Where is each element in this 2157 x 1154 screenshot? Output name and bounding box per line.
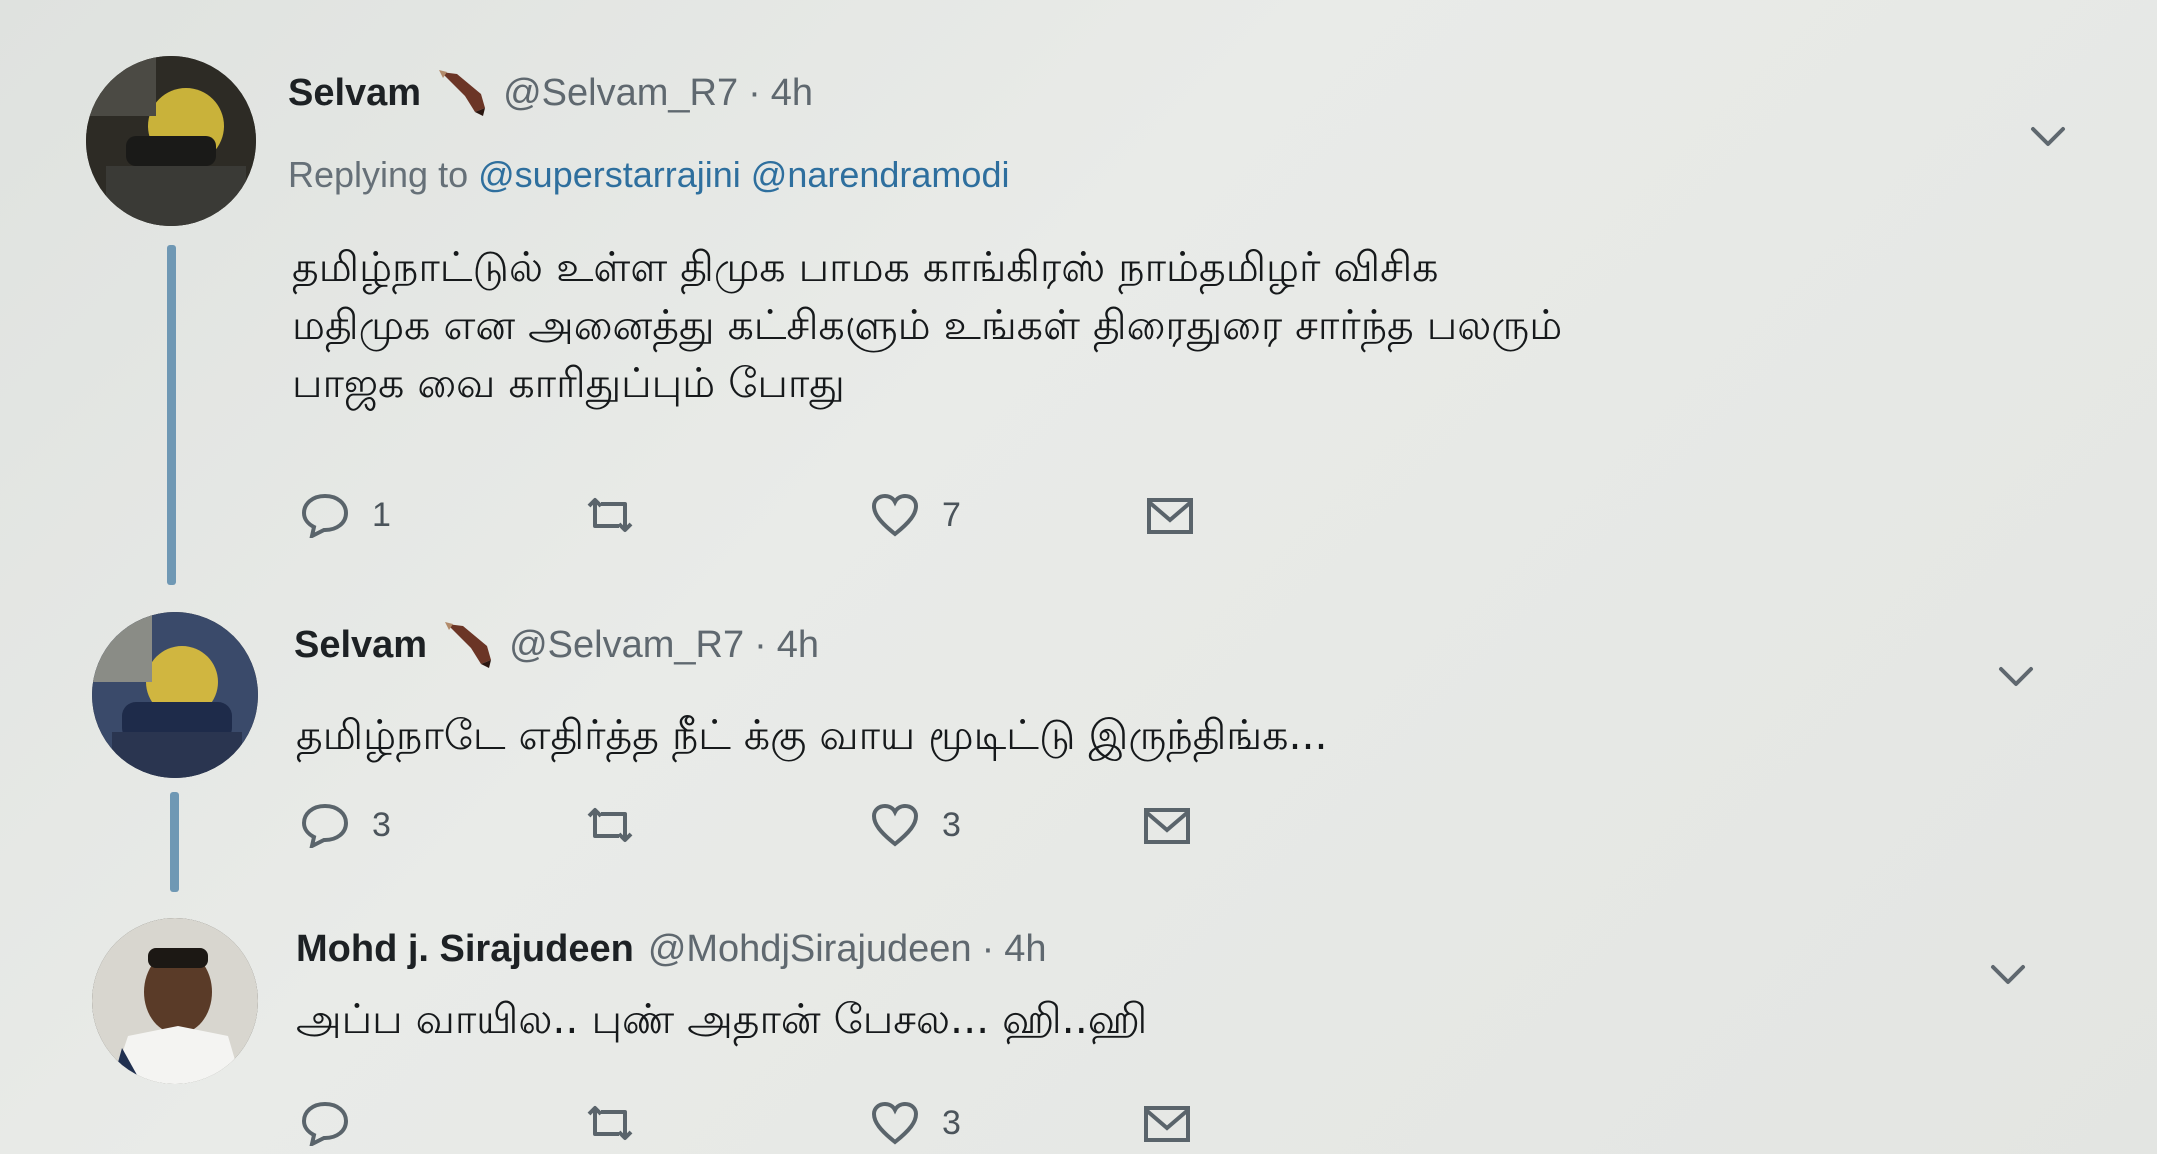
avatar[interactable] (86, 56, 256, 226)
like-count: 3 (942, 805, 961, 844)
replying-prefix: Replying to (288, 154, 469, 195)
tweet-actions: 1 7 (300, 490, 1300, 540)
retweet-button[interactable] (585, 800, 657, 850)
tweet-actions: 3 3 (300, 800, 1300, 850)
avatar-image (86, 56, 256, 226)
user-name[interactable]: Selvam (294, 624, 427, 667)
user-handle[interactable]: @MohdjSirajudeen (648, 928, 972, 971)
envelope-icon (1145, 492, 1195, 538)
tweet-header: Selvam @Selvam_R7 · 4h (288, 68, 813, 118)
timestamp[interactable]: 4h (771, 72, 813, 115)
separator-dot: · (754, 623, 767, 666)
user-name[interactable]: Mohd j. Sirajudeen (296, 928, 634, 971)
reply-icon (300, 1100, 350, 1146)
heart-icon (870, 802, 920, 848)
chevron-down-icon[interactable] (1990, 962, 2026, 988)
like-button[interactable]: 7 (870, 490, 961, 540)
reply-button[interactable]: 1 (300, 490, 391, 540)
replying-to: Replying to @superstarrajini @narendramo… (288, 154, 1009, 196)
retweet-icon (585, 492, 635, 538)
message-button[interactable] (1142, 800, 1192, 850)
reply-button[interactable] (300, 1098, 372, 1148)
separator-dot: · (748, 71, 761, 114)
reply-count: 1 (372, 495, 391, 534)
tweet-header: Selvam @Selvam_R7 · 4h (294, 620, 819, 670)
like-button[interactable]: 3 (870, 800, 961, 850)
tweet-text: அப்ப வாயில.. புண் அதான் பேசல... ஹி..ஹி (296, 995, 1148, 1043)
envelope-icon (1142, 1100, 1192, 1146)
avatar-image (92, 918, 258, 1084)
mention-link[interactable]: @superstarrajini (478, 154, 741, 195)
user-handle[interactable]: @Selvam_R7 (509, 624, 744, 667)
message-button[interactable] (1142, 1098, 1192, 1148)
heart-icon (870, 1100, 920, 1146)
mention-link[interactable]: @narendramodi (751, 154, 1010, 195)
avatar-image (92, 612, 258, 778)
timestamp[interactable]: 4h (777, 624, 819, 667)
pencil-icon (435, 68, 489, 118)
tweet-actions: 3 (300, 1098, 1300, 1148)
thread-line (170, 792, 179, 892)
retweet-button[interactable] (585, 1098, 657, 1148)
avatar[interactable] (92, 918, 258, 1084)
avatar[interactable] (92, 612, 258, 778)
like-count: 7 (942, 495, 961, 534)
tweet-text: தமிழ்நாடே எதிர்த்த நீட் க்கு வாய மூடிட்ட… (296, 711, 1328, 759)
tweet-text: தமிழ்நாட்டுல் உள்ள திமுக பாமக காங்கிரஸ் … (292, 243, 1563, 407)
user-handle[interactable]: @Selvam_R7 (503, 72, 738, 115)
retweet-button[interactable] (585, 490, 657, 540)
envelope-icon (1142, 802, 1192, 848)
separator-dot: · (981, 928, 995, 970)
chevron-down-icon[interactable] (1998, 664, 2034, 690)
tweet-header: Mohd j. Sirajudeen @MohdjSirajudeen · 4h (296, 928, 1047, 971)
tweet-timeline: Selvam @Selvam_R7 · 4h Replying to @supe… (0, 0, 2157, 1154)
reply-icon (300, 802, 350, 848)
reply-count: 3 (372, 805, 391, 844)
reply-button[interactable]: 3 (300, 800, 391, 850)
retweet-icon (585, 802, 635, 848)
like-button[interactable]: 3 (870, 1098, 961, 1148)
heart-icon (870, 492, 920, 538)
user-name[interactable]: Selvam (288, 72, 421, 115)
pencil-icon (441, 620, 495, 670)
like-count: 3 (942, 1103, 961, 1142)
retweet-icon (585, 1100, 635, 1146)
message-button[interactable] (1145, 490, 1195, 540)
chevron-down-icon[interactable] (2030, 124, 2066, 150)
reply-icon (300, 492, 350, 538)
timestamp[interactable]: 4h (1004, 928, 1046, 971)
thread-line (167, 245, 176, 585)
